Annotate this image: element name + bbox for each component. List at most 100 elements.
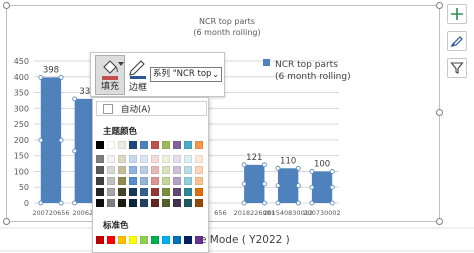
theme-color-shade-swatch[interactable] (96, 177, 104, 185)
bar-selection-handle (38, 137, 44, 143)
theme-color-shade-swatch[interactable] (107, 199, 115, 207)
theme-color-shade-swatch[interactable] (151, 199, 159, 207)
y-tick-label: 0 (24, 199, 29, 208)
theme-color-swatch[interactable] (118, 141, 126, 149)
chart-legend[interactable]: NCR top parts (6 month rolling) (263, 59, 351, 83)
chart-area[interactable]: 0 50 100 150 200 250 300 350 400 450 398 33 121 110 10… (6, 5, 440, 222)
chart-bar[interactable] (278, 168, 299, 203)
theme-color-swatch[interactable] (107, 141, 115, 149)
chart-filters-button[interactable] (447, 58, 467, 78)
theme-color-shade-swatch[interactable] (162, 199, 170, 207)
theme-color-shade-swatch[interactable] (195, 155, 203, 163)
resize-handle-bottom-left[interactable] (3, 218, 10, 225)
theme-color-shade-swatch[interactable] (129, 166, 137, 174)
theme-color-shade-swatch[interactable] (129, 155, 137, 163)
resize-handle-bottom-right[interactable] (436, 218, 443, 225)
theme-color-shade-swatch[interactable] (129, 199, 137, 207)
theme-color-shade-swatch[interactable] (96, 199, 104, 207)
theme-color-swatch[interactable] (162, 141, 170, 149)
theme-color-shade-swatch[interactable] (184, 177, 192, 185)
series-selector[interactable]: 系列 "NCR top ⌄ (150, 67, 222, 82)
theme-color-swatch[interactable] (129, 141, 137, 149)
theme-color-shade-swatch[interactable] (118, 199, 126, 207)
theme-color-shade-swatch[interactable] (129, 177, 137, 185)
y-tick-label: 350 (14, 89, 29, 98)
theme-color-shade-swatch[interactable] (173, 155, 181, 163)
theme-color-shade-swatch[interactable] (140, 188, 148, 196)
theme-color-shade-swatch[interactable] (162, 177, 170, 185)
standard-color-swatch[interactable] (107, 236, 115, 244)
theme-color-shade-swatch[interactable] (96, 188, 104, 196)
theme-color-swatch[interactable] (140, 141, 148, 149)
data-label: 110 (280, 156, 296, 166)
theme-color-shade-swatch[interactable] (107, 155, 115, 163)
theme-color-shade-swatch[interactable] (118, 177, 126, 185)
y-tick-label: 200 (14, 136, 29, 145)
fill-dropdown-chevron-icon[interactable] (118, 62, 124, 67)
theme-color-shade-swatch[interactable] (184, 166, 192, 174)
y-tick-label: 450 (14, 57, 29, 66)
standard-color-swatch[interactable] (140, 236, 148, 244)
standard-color-swatch[interactable] (129, 236, 137, 244)
theme-color-shade-swatch[interactable] (140, 155, 148, 163)
theme-color-swatch[interactable] (184, 141, 192, 149)
sheet-cell-text: e Mode ( Y2022 ) (200, 234, 290, 246)
resize-handle-top-left[interactable] (3, 2, 10, 9)
theme-color-shade-swatch[interactable] (151, 166, 159, 174)
resize-handle-middle-right[interactable] (436, 109, 443, 116)
theme-color-shade-swatch[interactable] (118, 188, 126, 196)
theme-color-shade-swatch[interactable] (173, 199, 181, 207)
theme-color-shade-swatch[interactable] (162, 188, 170, 196)
chart-title[interactable]: NCR top parts (6 month rolling) (157, 16, 297, 38)
theme-color-shade-swatch[interactable] (173, 188, 181, 196)
theme-color-shade-swatch[interactable] (184, 188, 192, 196)
chart-styles-button[interactable] (447, 31, 467, 51)
x-tick-label: 200720656 (32, 209, 69, 217)
theme-color-shade-swatch[interactable] (140, 166, 148, 174)
standard-color-swatch[interactable] (173, 236, 181, 244)
standard-color-swatch[interactable] (96, 236, 104, 244)
theme-color-shade-swatch[interactable] (96, 155, 104, 163)
theme-color-shade-swatch[interactable] (96, 166, 104, 174)
theme-color-swatch[interactable] (151, 141, 159, 149)
bar-selection-handle (262, 181, 267, 187)
theme-color-shade-swatch[interactable] (107, 177, 115, 185)
theme-color-shade-swatch[interactable] (107, 188, 115, 196)
theme-color-shade-swatch[interactable] (140, 177, 148, 185)
theme-color-shade-swatch[interactable] (195, 199, 203, 207)
standard-color-swatch[interactable] (151, 236, 159, 244)
bar-selection-handle (58, 137, 64, 143)
standard-color-swatch[interactable] (118, 236, 126, 244)
theme-color-shade-swatch[interactable] (184, 155, 192, 163)
theme-color-shade-swatch[interactable] (173, 177, 181, 185)
theme-color-swatch[interactable] (173, 141, 181, 149)
standard-color-swatch[interactable] (184, 236, 192, 244)
theme-color-shade-swatch[interactable] (118, 166, 126, 174)
theme-color-shade-swatch[interactable] (151, 155, 159, 163)
theme-color-shade-swatch[interactable] (129, 188, 137, 196)
fill-button[interactable]: 填充 (95, 55, 125, 95)
chart-elements-button[interactable] (447, 4, 467, 24)
chart-bar[interactable] (244, 164, 265, 203)
resize-handle-top-right[interactable] (436, 2, 443, 9)
theme-color-shade-swatch[interactable] (151, 188, 159, 196)
theme-color-shade-swatch[interactable] (162, 166, 170, 174)
bar-selection-handle (329, 184, 335, 190)
theme-color-shade-swatch[interactable] (184, 199, 192, 207)
theme-color-shade-swatch[interactable] (151, 177, 159, 185)
standard-color-swatch[interactable] (162, 236, 170, 244)
chart-bar[interactable] (311, 171, 333, 203)
automatic-color-option[interactable]: 自动(A) (96, 101, 207, 116)
theme-color-swatch[interactable] (96, 141, 104, 149)
theme-color-shade-swatch[interactable] (195, 166, 203, 174)
theme-color-shade-swatch[interactable] (118, 155, 126, 163)
chart-bar[interactable] (40, 77, 62, 203)
theme-color-shade-swatch[interactable] (195, 177, 203, 185)
bar-selection-handle (275, 165, 281, 171)
theme-color-shade-swatch[interactable] (162, 155, 170, 163)
theme-color-swatch[interactable] (195, 141, 203, 149)
theme-color-shade-swatch[interactable] (195, 188, 203, 196)
theme-color-shade-swatch[interactable] (107, 166, 115, 174)
theme-color-shade-swatch[interactable] (140, 199, 148, 207)
theme-color-shade-swatch[interactable] (173, 166, 181, 174)
